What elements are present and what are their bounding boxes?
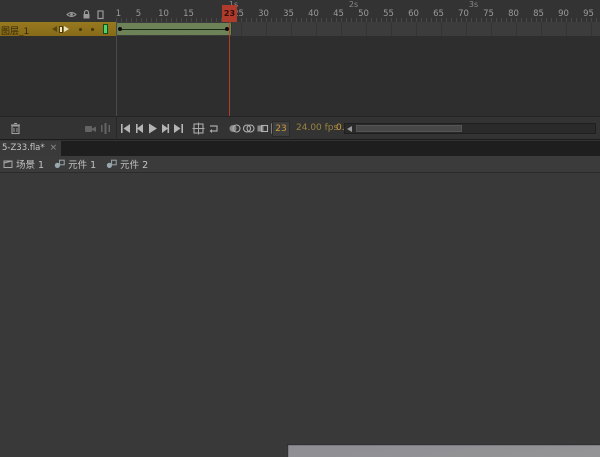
go-to-first-frame-button[interactable] [120,122,133,135]
ruler-frame-number: 40 [308,9,319,19]
timeline-panel: 1510152530354045505560657075808590951s2s… [0,0,600,141]
keyframe-indicator-icon [59,26,63,33]
empty-frames-area[interactable] [0,36,600,116]
layer-lock-dot[interactable] [91,28,94,31]
ruler-frame-number: 90 [558,9,569,19]
ruler-frame-number: 70 [458,9,469,19]
loop-playback-button[interactable] [207,122,220,135]
ruler-second-label: 3s [468,0,479,9]
ruler-frame-number: 10 [158,9,169,19]
layer-frames-divider [116,22,117,116]
show-outlines-icon[interactable] [95,9,106,20]
ruler-frame-number: 65 [433,9,444,19]
ruler-frame-number: 35 [283,9,294,19]
layer-header[interactable]: 图层_1 [0,22,116,36]
layer-visibility-dot[interactable] [79,28,82,31]
toolbar-divider [116,117,117,140]
onion-skin-button[interactable] [228,122,241,135]
stage-canvas-image[interactable]: OFFICE [287,444,600,457]
symbol-icon [54,159,65,168]
ruler-frame-number: 1 [115,9,122,19]
step-back-button[interactable] [134,122,147,135]
ruler-frame-number: 5 [135,9,142,19]
playhead[interactable]: 23 [222,5,237,22]
next-keyframe-icon[interactable] [64,26,69,32]
start-keyframe-dot[interactable] [118,27,122,31]
stage-pasteboard[interactable]: OFFICE [0,173,600,457]
prev-keyframe-icon[interactable] [52,26,57,32]
ruler-frame-number: 45 [333,9,344,19]
sky-background [287,444,600,457]
symbol-icon [106,159,117,168]
tab-close-icon[interactable]: × [50,143,58,153]
ruler-second-label: 2s [348,0,359,9]
ruler-frame-number: 85 [533,9,544,19]
ruler-frame-number: 15 [183,9,194,19]
layer-name[interactable]: 图层_1 [1,24,29,36]
document-tab-strip: 5-Z33.fla* × [0,141,600,158]
scroll-left-arrow-icon[interactable] [347,126,352,132]
layer-depth-icon[interactable] [99,122,112,135]
current-frame-field[interactable]: 23 [272,121,290,137]
center-frame-button[interactable] [192,122,205,135]
timeline-scrollbar[interactable] [344,123,596,134]
ruler-frame-number: 30 [258,9,269,19]
breadcrumb-symbol-2[interactable]: 元件 2 [106,157,148,171]
ruler-frame-number: 95 [583,9,594,19]
lock-all-layers-icon[interactable] [81,9,92,20]
breadcrumb-symbol-1[interactable]: 元件 1 [54,157,96,171]
ruler-frame-number: 80 [508,9,519,19]
tween-span[interactable] [116,23,232,35]
onion-skin-outlines-button[interactable] [242,122,255,135]
layer-row[interactable]: 图层_1 [0,22,600,36]
ruler-frame-number: 60 [408,9,419,19]
document-tab-label: 5-Z33.fla* [2,143,45,153]
step-forward-button[interactable] [160,122,173,135]
playhead-line [229,22,230,116]
ruler-frame-number: 55 [383,9,394,19]
timeline-ruler[interactable]: 1510152530354045505560657075808590951s2s… [0,0,600,23]
animate-window: 1510152530354045505560657075808590951s2s… [0,0,600,457]
timeline-toolbar: 23 24.00 fps 0.9 s [0,116,600,140]
layer-frames-track[interactable] [116,22,600,36]
frame-rate-field[interactable]: 24.00 fps [296,123,338,133]
play-button[interactable] [147,122,160,135]
layer-outline-swatch[interactable] [103,24,108,34]
ruler-frame-number: 75 [483,9,494,19]
breadcrumb-scene[interactable]: 场景 1 [3,157,44,171]
camera-icon[interactable] [84,122,97,135]
scrollbar-thumb[interactable] [356,125,462,132]
tween-line [121,29,226,30]
show-hide-all-layers-icon[interactable] [66,9,77,20]
edit-multiple-frames-button[interactable] [256,122,269,135]
scene-icon [3,160,13,168]
delete-layer-icon[interactable] [9,122,22,135]
ruler-frame-number: 50 [358,9,369,19]
edit-bar: 场景 1 元件 1 元件 2 [0,156,600,173]
go-to-last-frame-button[interactable] [173,122,186,135]
